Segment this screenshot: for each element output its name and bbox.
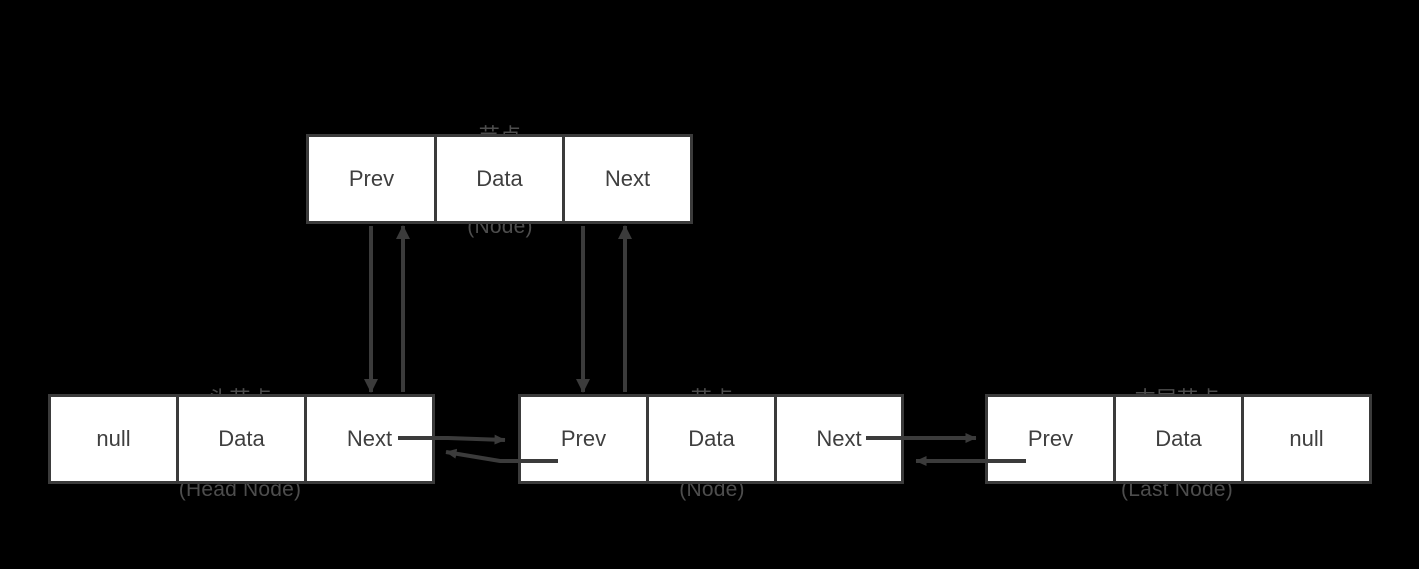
- head-node-cell-prev: null: [51, 397, 179, 481]
- last-node-cell-data: Data: [1116, 397, 1244, 481]
- head-node-cell-data: Data: [179, 397, 307, 481]
- node-detail-cell-next: Next: [565, 137, 690, 221]
- node-detail: Prev Data Next: [306, 134, 693, 224]
- middle-node-cell-next: Next: [777, 397, 901, 481]
- diagram-canvas: 节点 (Node) Prev Data Next 头节点 (Head Node)…: [0, 0, 1419, 569]
- last-node: Prev Data null: [985, 394, 1372, 484]
- node-detail-cell-data: Data: [437, 137, 565, 221]
- node-detail-cell-prev: Prev: [309, 137, 437, 221]
- last-node-cell-next: null: [1244, 397, 1369, 481]
- middle-node-cell-data: Data: [649, 397, 777, 481]
- middle-node: Prev Data Next: [518, 394, 904, 484]
- last-node-cell-prev: Prev: [988, 397, 1116, 481]
- head-node: null Data Next: [48, 394, 435, 484]
- middle-node-cell-prev: Prev: [521, 397, 649, 481]
- head-node-cell-next: Next: [307, 397, 432, 481]
